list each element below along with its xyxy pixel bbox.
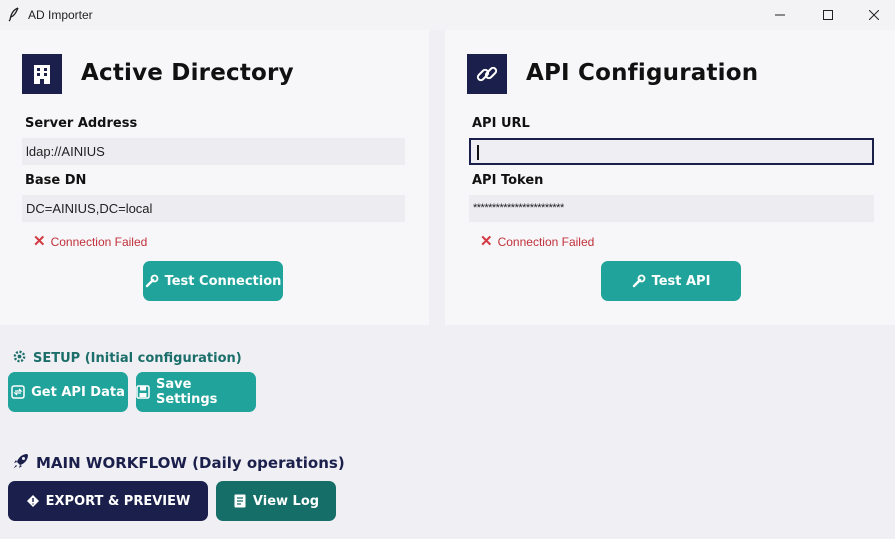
main-workflow-heading-text: MAIN WORKFLOW (Daily operations) (36, 454, 345, 472)
export-preview-label: EXPORT & PREVIEW (45, 493, 191, 509)
close-button[interactable] (851, 0, 895, 30)
minimize-icon (775, 14, 785, 16)
base-dn-label: Base DN (25, 173, 87, 188)
server-address-label: Server Address (25, 116, 138, 131)
maximize-icon (823, 10, 833, 20)
minimize-button[interactable] (757, 0, 803, 30)
refresh-icon (11, 385, 25, 399)
active-directory-title: Active Directory (81, 60, 294, 86)
save-settings-label: Save Settings (156, 377, 218, 407)
error-x-icon: ✕ (33, 233, 46, 250)
base-dn-field[interactable]: DC=AINIUS,DC=local (22, 195, 405, 222)
diamond-icon (26, 494, 40, 508)
api-connection-status: ✕ Connection Failed (480, 233, 595, 250)
test-api-button[interactable]: Test API (601, 261, 741, 301)
link-icon (467, 54, 507, 94)
view-log-button[interactable]: View Log (216, 481, 336, 521)
document-icon (233, 494, 247, 508)
error-x-icon: ✕ (480, 233, 493, 250)
server-address-field[interactable]: ldap://AINIUS (22, 138, 405, 165)
floppy-disk-icon (136, 385, 150, 399)
wrench-icon (632, 274, 646, 288)
get-api-data-label: Get API Data (31, 384, 125, 400)
setup-heading-text: SETUP (Initial configuration) (33, 351, 242, 366)
test-connection-label: Test Connection (164, 273, 282, 289)
ad-status-text: Connection Failed (50, 235, 148, 249)
api-configuration-panel: API Configuration API URL API Token ****… (445, 30, 895, 325)
building-icon (22, 54, 62, 94)
gear-icon (12, 349, 27, 368)
wrench-icon (145, 274, 159, 288)
api-url-input[interactable] (469, 138, 874, 165)
active-directory-panel: Active Directory Server Address ldap://A… (0, 30, 429, 325)
window-title: AD Importer (28, 8, 93, 22)
api-token-field[interactable]: ************************ (469, 195, 874, 222)
api-url-label: API URL (472, 116, 530, 131)
main-workflow-heading: MAIN WORKFLOW (Daily operations) (12, 452, 345, 474)
text-caret (477, 145, 479, 161)
rocket-icon (12, 452, 30, 474)
test-api-label: Test API (651, 273, 711, 289)
setup-heading: SETUP (Initial configuration) (12, 349, 242, 368)
maximize-button[interactable] (805, 0, 851, 30)
get-api-data-button[interactable]: Get API Data (8, 372, 128, 412)
api-configuration-title: API Configuration (526, 60, 759, 86)
api-status-text: Connection Failed (497, 235, 595, 249)
ad-connection-status: ✕ Connection Failed (33, 233, 148, 250)
title-bar: AD Importer (0, 0, 895, 30)
api-token-label: API Token (472, 173, 544, 188)
test-connection-button[interactable]: Test Connection (143, 261, 283, 301)
close-icon (869, 10, 879, 20)
export-preview-button[interactable]: EXPORT & PREVIEW (8, 481, 208, 521)
feather-icon (8, 7, 22, 23)
view-log-label: View Log (252, 493, 320, 509)
save-settings-button[interactable]: Save Settings (136, 372, 256, 412)
